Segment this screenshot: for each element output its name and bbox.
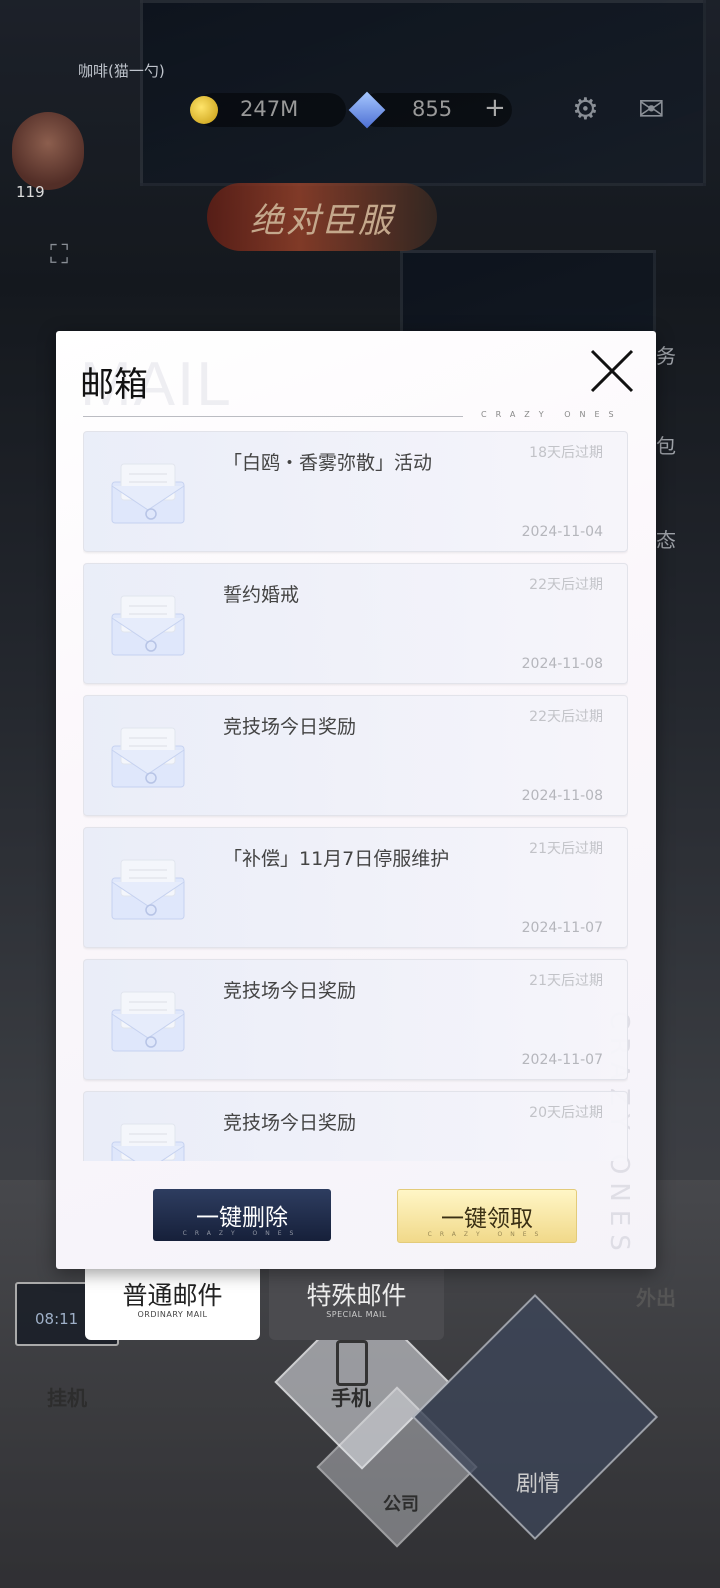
mail-date: 2024-11-08 bbox=[521, 788, 603, 804]
mail-expire: 20天后过期 bbox=[529, 1105, 603, 1121]
mail-expire: 21天后过期 bbox=[529, 973, 603, 989]
mail-expire: 21天后过期 bbox=[529, 841, 603, 857]
phone-label: 手机 bbox=[331, 1386, 371, 1410]
mail-title: 竞技场今日奖励 bbox=[223, 716, 357, 738]
open-envelope-icon bbox=[111, 991, 185, 1052]
tasks-label[interactable]: 务 bbox=[656, 340, 676, 369]
tab-special-mail[interactable]: 特殊邮件 SPECIAL MAIL bbox=[269, 1262, 444, 1340]
idle-label: 挂机 bbox=[47, 1386, 87, 1410]
mail-expire: 22天后过期 bbox=[529, 577, 603, 593]
delete-all-button[interactable]: 一键删除 CRAZY ONES bbox=[153, 1189, 331, 1241]
open-envelope-icon bbox=[111, 595, 185, 656]
mail-title: 誓约婚戒 bbox=[223, 584, 300, 606]
open-envelope-icon bbox=[111, 727, 185, 788]
mailbox-modal: MAIL 邮箱 CRAZY ONES CRAZY ONES 「白鸥・香雾弥散」活… bbox=[56, 331, 656, 1269]
mail-expire: 18天后过期 bbox=[529, 445, 603, 461]
idle-timer: 08:11 bbox=[35, 1310, 79, 1328]
gear-icon[interactable]: ⚙ bbox=[572, 92, 599, 127]
tab-special-label: 特殊邮件 bbox=[306, 1281, 407, 1310]
claim-all-button[interactable]: 一键领取 CRAZY ONES bbox=[397, 1189, 577, 1243]
phone-icon bbox=[336, 1340, 368, 1386]
gem-amount: 855 bbox=[412, 97, 453, 121]
delete-all-label: 一键删除 bbox=[196, 1205, 288, 1231]
event-banner-text: 绝对臣服 bbox=[250, 200, 394, 241]
tab-ordinary-mail[interactable]: 普通邮件 ORDINARY MAIL bbox=[85, 1262, 260, 1340]
mail-date: 2024-11-07 bbox=[521, 920, 603, 936]
mail-item[interactable]: 竞技场今日奖励 20天后过期 bbox=[83, 1091, 628, 1161]
open-envelope-icon bbox=[111, 1123, 185, 1161]
tab-ordinary-label: 普通邮件 bbox=[122, 1281, 223, 1310]
mail-title: 「白鸥・香雾弥散」活动 bbox=[223, 452, 433, 474]
company-label: 公司 bbox=[383, 1494, 419, 1515]
gem-counter: 855 + bbox=[348, 91, 512, 129]
mail-item[interactable]: 竞技场今日奖励 21天后过期 2024-11-07 bbox=[83, 959, 628, 1080]
player-avatar[interactable] bbox=[12, 112, 84, 190]
mail-list[interactable]: 「白鸥・香雾弥散」活动 18天后过期 2024-11-04 誓约婚戒 22天后过… bbox=[83, 431, 628, 1161]
mail-title: 「补偿」11月7日停服维护 bbox=[223, 848, 450, 870]
mail-item[interactable]: 「白鸥・香雾弥散」活动 18天后过期 2024-11-04 bbox=[83, 431, 628, 552]
tab-special-sub: SPECIAL MAIL bbox=[326, 1310, 387, 1319]
coin-icon bbox=[190, 96, 218, 124]
title-divider bbox=[83, 416, 463, 417]
title-brand: CRAZY ONES bbox=[481, 410, 623, 419]
modal-title: 邮箱 bbox=[80, 365, 148, 405]
mail-expire: 22天后过期 bbox=[529, 709, 603, 725]
mail-title: 竞技场今日奖励 bbox=[223, 1112, 357, 1134]
bag-label[interactable]: 包 bbox=[656, 430, 676, 459]
coin-amount: 247M bbox=[240, 97, 299, 121]
open-envelope-icon bbox=[111, 463, 185, 524]
mail-item[interactable]: 「补偿」11月7日停服维护 21天后过期 2024-11-07 bbox=[83, 827, 628, 948]
add-gem-button[interactable]: + bbox=[484, 93, 506, 123]
coin-counter: 247M bbox=[190, 93, 346, 127]
claim-button-brand: CRAZY ONES bbox=[427, 1231, 547, 1238]
claim-all-label: 一键领取 bbox=[441, 1206, 533, 1232]
state-label[interactable]: 态 bbox=[656, 524, 676, 553]
mail-title: 竞技场今日奖励 bbox=[223, 980, 357, 1002]
mail-date: 2024-11-07 bbox=[521, 1052, 603, 1068]
delete-button-brand: CRAZY ONES bbox=[182, 1230, 302, 1237]
outing-label[interactable]: 外出 bbox=[630, 1282, 682, 1311]
mail-icon[interactable]: ✉ bbox=[638, 90, 665, 128]
player-name: 咖啡(猫一勺) bbox=[78, 62, 165, 80]
mail-item[interactable]: 誓约婚戒 22天后过期 2024-11-08 bbox=[83, 563, 628, 684]
open-envelope-icon bbox=[111, 859, 185, 920]
player-level: 119 bbox=[16, 183, 45, 201]
tab-ordinary-sub: ORDINARY MAIL bbox=[137, 1310, 208, 1319]
mail-date: 2024-11-08 bbox=[521, 656, 603, 672]
close-icon[interactable] bbox=[588, 347, 636, 395]
mail-item[interactable]: 竞技场今日奖励 22天后过期 2024-11-08 bbox=[83, 695, 628, 816]
event-banner[interactable]: 绝对臣服 bbox=[207, 183, 437, 251]
fullscreen-icon[interactable]: ⛶ bbox=[50, 240, 68, 271]
story-label: 剧情 bbox=[515, 1472, 560, 1497]
mail-date: 2024-11-04 bbox=[521, 524, 603, 540]
